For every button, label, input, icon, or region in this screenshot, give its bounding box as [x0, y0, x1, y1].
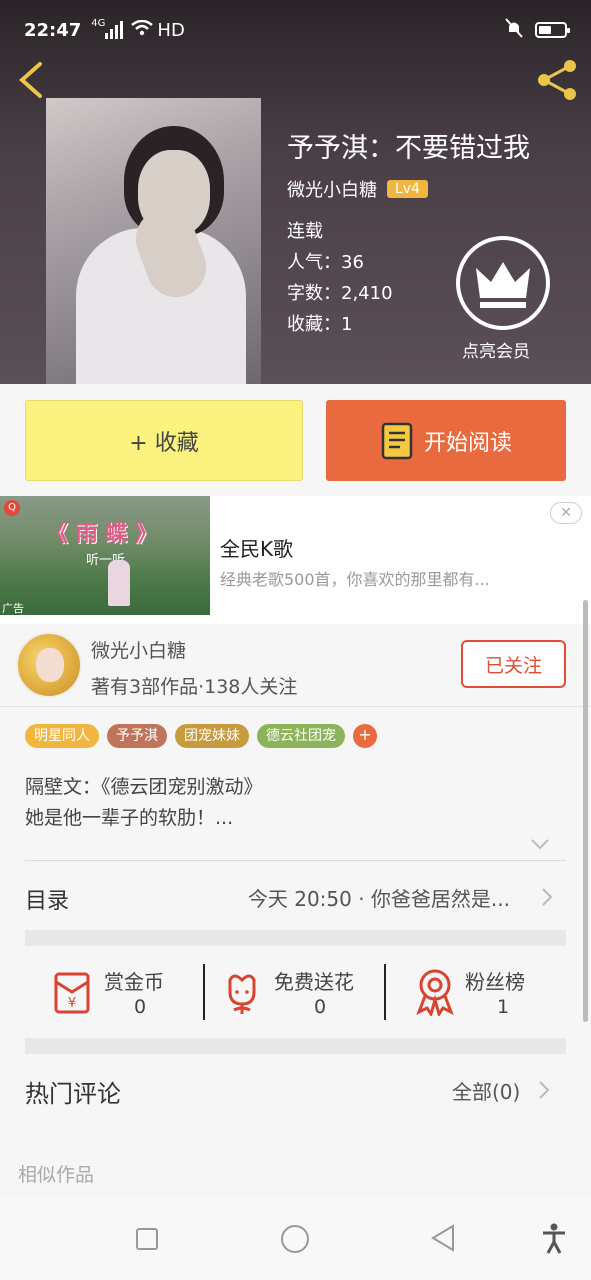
reward-count: 0 — [314, 996, 327, 1018]
author-stats: 著有3部作品·138人关注 — [91, 676, 298, 698]
reward-title: 赏金币 — [104, 970, 164, 994]
tag-item[interactable]: 予予淇 — [107, 724, 167, 748]
tag-item[interactable]: 德云社团宠 — [257, 724, 345, 748]
toc-label: 目录 — [25, 889, 70, 914]
start-reading-button[interactable]: 开始阅读 — [326, 400, 566, 481]
recent-apps-button[interactable] — [136, 1228, 158, 1250]
back-triangle-icon[interactable] — [430, 1224, 456, 1252]
author-name[interactable]: 微光小白糖 — [91, 636, 186, 663]
system-nav-bar — [0, 1196, 591, 1280]
all-comments-link[interactable]: 全部(0) — [452, 1076, 520, 1105]
ad-image-title: 《 雨 蝶 》 — [46, 522, 157, 547]
ad-description[interactable]: 经典老歌500首，你喜欢的那里都有... — [220, 566, 490, 590]
start-reading-label: 开始阅读 — [423, 430, 512, 456]
status-bar: 22:47 4G HD — [0, 0, 591, 60]
chevron-right-icon — [542, 888, 553, 906]
book-icon — [381, 422, 413, 459]
reward-fans[interactable]: 粉丝榜 1 — [415, 960, 555, 1022]
book-cover[interactable] — [46, 98, 261, 384]
home-button[interactable] — [281, 1225, 309, 1253]
tag-item[interactable]: 明星同人 — [25, 724, 99, 748]
chevron-right-icon — [539, 1081, 550, 1099]
medal-icon — [416, 969, 454, 1016]
tag-item[interactable]: 团宠妹妹 — [175, 724, 249, 748]
mute-icon — [505, 17, 523, 43]
book-author-line: 微光小白糖 Lv4 — [287, 176, 428, 202]
reward-title: 粉丝榜 — [465, 970, 525, 994]
book-author-name[interactable]: 微光小白糖 — [287, 176, 377, 202]
hd-label: HD — [157, 19, 185, 41]
vip-button[interactable] — [456, 236, 550, 330]
ad-banner[interactable]: Q 《 雨 蝶 》 听一听 广告 — [0, 496, 591, 624]
similar-works-title: 相似作品 — [18, 1164, 95, 1186]
description-line: 她是他一辈子的软肋！... — [25, 807, 234, 829]
book-title: 予予淇：不要错过我 — [287, 133, 530, 164]
share-icon — [538, 60, 576, 100]
scrollbar[interactable] — [583, 600, 588, 1022]
divider — [203, 964, 205, 1020]
avatar[interactable] — [16, 632, 82, 698]
follow-button[interactable]: 已关注 — [461, 640, 566, 688]
divider — [384, 964, 386, 1020]
ad-image[interactable]: Q 《 雨 蝶 》 听一听 广告 — [0, 496, 210, 615]
reward-coins[interactable]: ¥ 赏金币 0 — [52, 960, 202, 1022]
status-time: 22:47 — [24, 19, 82, 41]
red-envelope-icon: ¥ — [54, 972, 90, 1014]
svg-text:¥: ¥ — [68, 996, 76, 1011]
reward-count: 1 — [497, 996, 510, 1018]
ad-close-button[interactable]: ✕ — [550, 502, 582, 524]
author-card: 微光小白糖 著有3部作品·138人关注 已关注 — [0, 624, 591, 714]
expand-button[interactable] — [530, 836, 550, 850]
reward-title: 免费送花 — [274, 970, 354, 994]
latest-chapter: 今天 20:50 · 你爸爸居然是... — [247, 887, 510, 911]
ad-app-icon: Q — [4, 500, 20, 516]
accessibility-icon[interactable] — [540, 1222, 568, 1254]
crown-icon — [476, 262, 530, 308]
book-status: 连载 — [287, 221, 323, 242]
divider — [0, 706, 591, 707]
description-line: 隔壁文：《德云团宠别激动》 — [25, 776, 263, 798]
tag-list: 明星同人 予予淇 团宠妹妹 德云社团宠 + — [25, 724, 377, 748]
back-button[interactable] — [14, 60, 48, 100]
flower-icon — [228, 974, 256, 1014]
book-description[interactable]: 隔壁文：《德云团宠别激动》 她是他一辈子的软肋！... — [25, 772, 263, 834]
action-bar: + 收藏 开始阅读 — [0, 384, 591, 498]
reward-flowers[interactable]: 免费送花 0 — [222, 960, 372, 1022]
level-badge: Lv4 — [387, 180, 428, 198]
section-divider — [25, 1038, 566, 1054]
network-label: 4G — [91, 18, 106, 29]
signal-icon — [105, 21, 124, 39]
reward-count: 0 — [134, 996, 147, 1018]
share-button[interactable] — [534, 56, 582, 104]
ad-title[interactable]: 全民K歌 — [220, 533, 293, 562]
ad-tag: 广告 — [2, 602, 24, 615]
book-favorites: 收藏：1 — [287, 314, 353, 335]
book-meta: 连载 人气：36 字数：2,410 收藏：1 — [287, 216, 393, 340]
book-word-count: 字数：2,410 — [287, 283, 393, 304]
wifi-icon — [131, 19, 154, 41]
chevron-left-icon — [18, 62, 42, 98]
book-header: 22:47 4G HD 予予淇：不要错过我 微光小白糖 Lv4 连载 人气：36… — [0, 0, 591, 384]
battery-icon — [535, 22, 570, 38]
hot-comments-title: 热门评论 — [25, 1080, 121, 1108]
book-popularity: 人气：36 — [287, 252, 364, 273]
add-tag-button[interactable]: + — [353, 724, 377, 748]
table-of-contents-row[interactable]: 目录 今天 20:50 · 你爸爸居然是... — [25, 860, 566, 932]
collect-button[interactable]: + 收藏 — [25, 400, 303, 481]
vip-label[interactable]: 点亮会员 — [462, 337, 530, 362]
section-divider — [25, 930, 566, 946]
chevron-down-icon — [531, 839, 549, 850]
